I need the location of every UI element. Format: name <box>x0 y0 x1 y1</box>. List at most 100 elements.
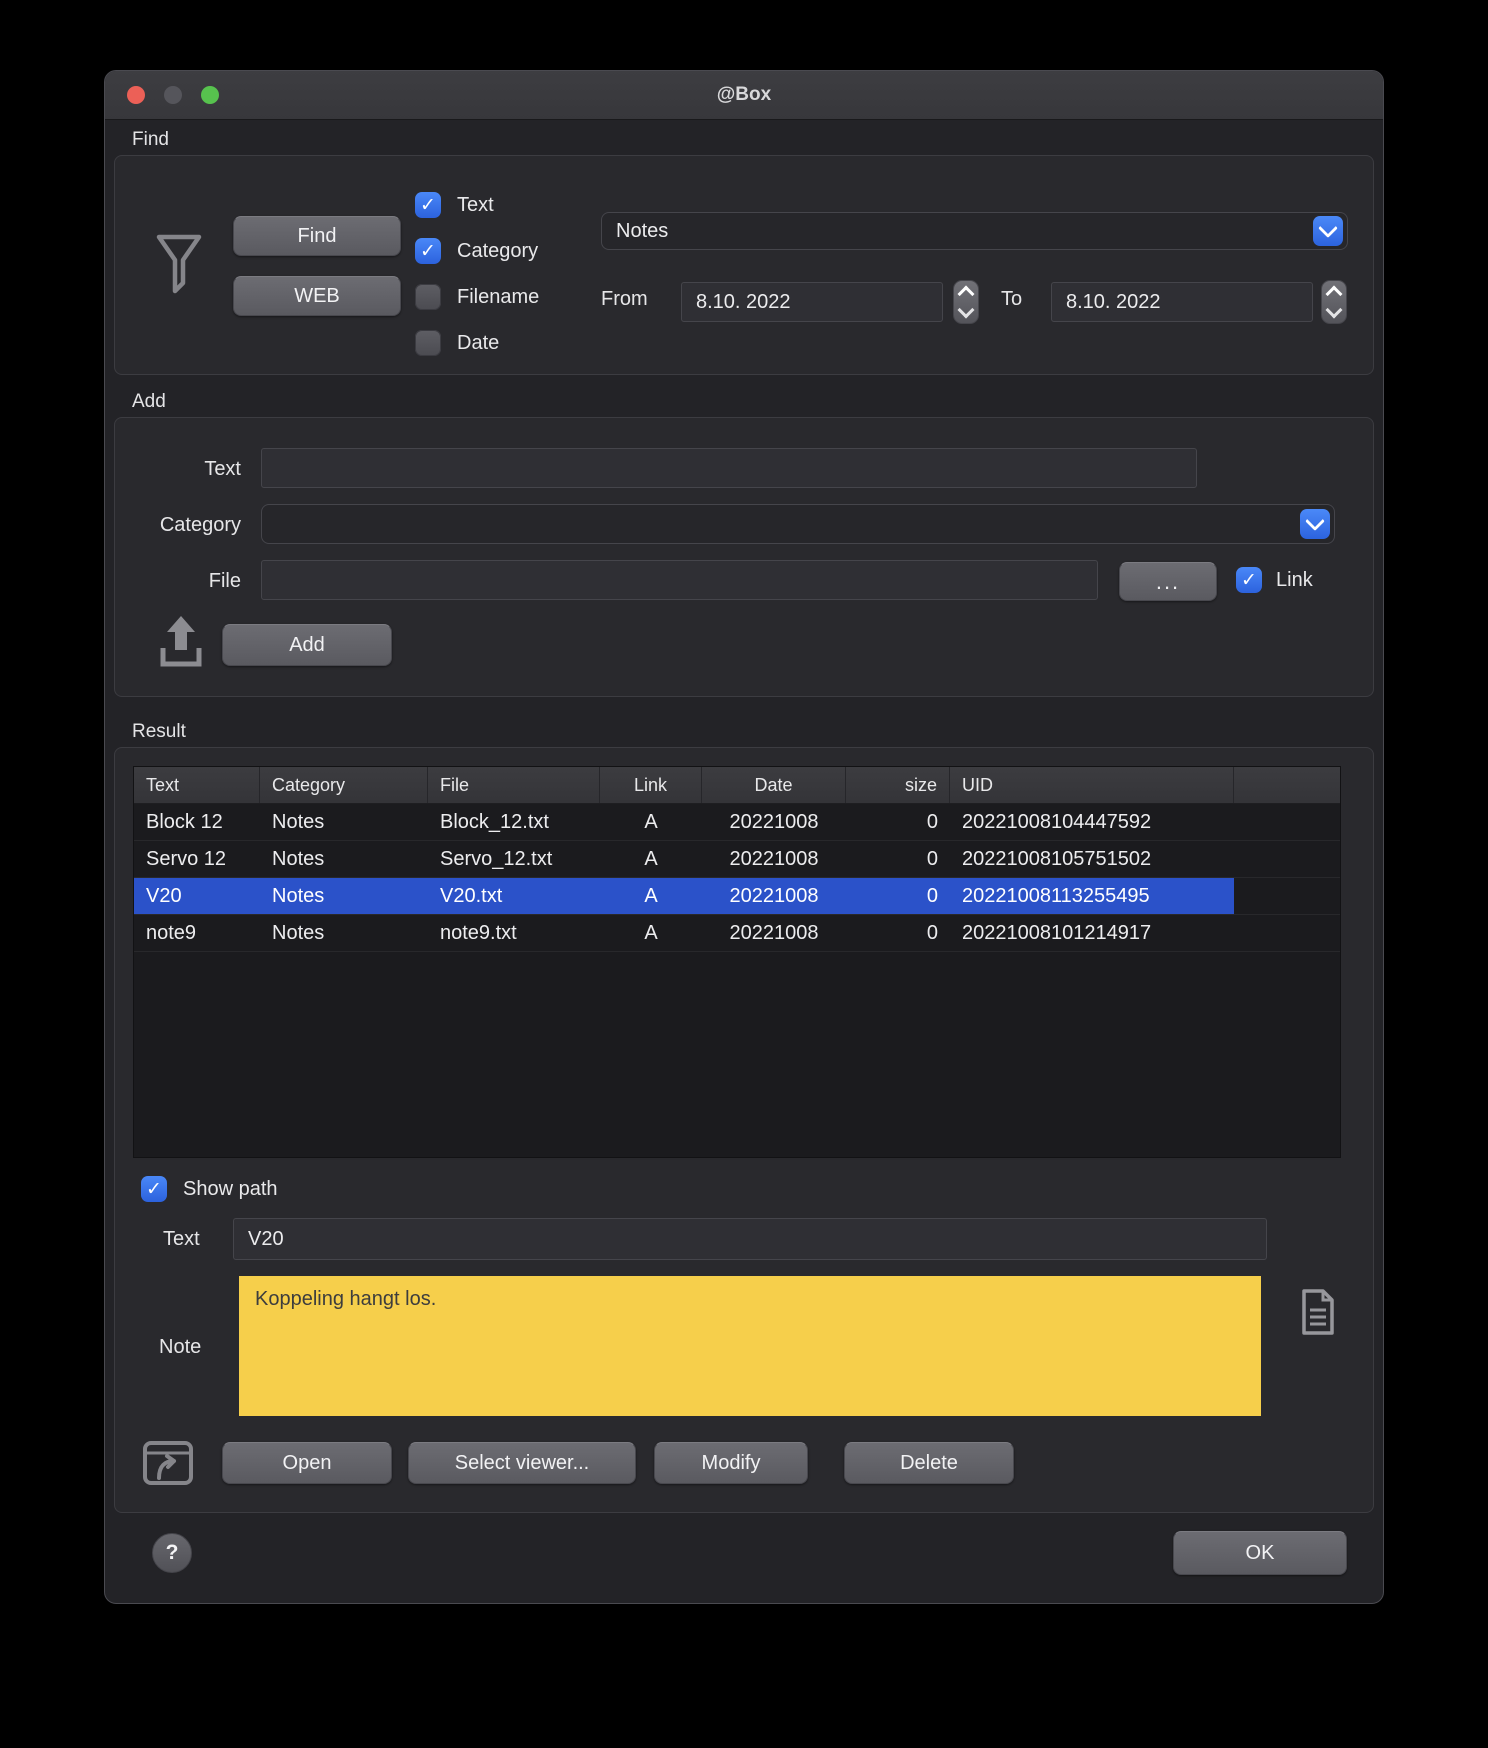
to-date-stepper[interactable] <box>1321 280 1347 324</box>
find-text-checkbox-row: Text <box>415 192 494 218</box>
add-category-dropdown-button[interactable] <box>1300 509 1330 539</box>
help-button[interactable]: ? <box>152 1533 192 1573</box>
cell-extra <box>1234 878 1340 914</box>
cell-date: 20221008 <box>702 841 846 877</box>
table-row[interactable]: Block 12 Notes Block_12.txt A 20221008 0… <box>134 804 1340 841</box>
cell-uid: 20221008105751502 <box>950 841 1234 877</box>
cell-date: 20221008 <box>702 878 846 914</box>
cell-category: Notes <box>260 841 428 877</box>
show-path-checkbox[interactable] <box>141 1176 167 1202</box>
add-groupbox: Text Category File ... Link Add <box>114 417 1374 697</box>
column-header-category[interactable]: Category <box>260 767 428 803</box>
cell-file: V20.txt <box>428 878 600 914</box>
open-external-icon <box>141 1436 197 1490</box>
open-button[interactable]: Open <box>222 1442 392 1484</box>
cell-size: 0 <box>846 915 950 951</box>
column-header-text[interactable]: Text <box>134 767 260 803</box>
result-groupbox: Text Category File Link Date size UID Bl… <box>114 747 1374 1513</box>
stepper-up-icon <box>958 286 975 303</box>
add-file-input[interactable] <box>261 560 1098 600</box>
titlebar: @Box <box>105 71 1383 120</box>
cell-link: A <box>600 804 702 840</box>
add-text-input[interactable] <box>261 448 1197 488</box>
add-button[interactable]: Add <box>222 624 392 666</box>
column-header-size[interactable]: size <box>846 767 950 803</box>
add-group-label: Add <box>132 391 166 413</box>
add-category-select[interactable] <box>261 504 1335 544</box>
find-group-label: Find <box>132 129 169 151</box>
browse-button[interactable]: ... <box>1119 562 1217 601</box>
find-category-value: Notes <box>616 220 668 243</box>
result-table: Text Category File Link Date size UID Bl… <box>133 766 1341 1158</box>
column-header-file[interactable]: File <box>428 767 600 803</box>
cell-uid: 20221008101214917 <box>950 915 1234 951</box>
to-date-field[interactable]: 8.10. 2022 <box>1051 282 1313 322</box>
add-text-label: Text <box>115 458 241 481</box>
find-date-checkbox-row: Date <box>415 330 499 356</box>
cell-category: Notes <box>260 878 428 914</box>
window-title: @Box <box>105 71 1383 119</box>
table-header: Text Category File Link Date size UID <box>134 767 1340 804</box>
cell-extra <box>1234 804 1340 840</box>
table-row[interactable]: Servo 12 Notes Servo_12.txt A 20221008 0… <box>134 841 1340 878</box>
link-checkbox-label: Link <box>1276 569 1313 592</box>
stepper-down-icon <box>958 302 975 319</box>
to-label: To <box>1001 288 1022 311</box>
note-label: Note <box>159 1336 201 1359</box>
date-checkbox[interactable] <box>415 330 441 356</box>
ok-button[interactable]: OK <box>1173 1531 1347 1575</box>
cell-size: 0 <box>846 804 950 840</box>
from-date-field[interactable]: 8.10. 2022 <box>681 282 943 322</box>
text-checkbox[interactable] <box>415 192 441 218</box>
modify-button[interactable]: Modify <box>654 1442 808 1484</box>
cell-link: A <box>600 878 702 914</box>
cell-uid: 20221008104447592 <box>950 804 1234 840</box>
select-viewer-button[interactable]: Select viewer... <box>408 1442 636 1484</box>
cell-date: 20221008 <box>702 804 846 840</box>
column-header-uid[interactable]: UID <box>950 767 1234 803</box>
cell-size: 0 <box>846 841 950 877</box>
cell-file: Servo_12.txt <box>428 841 600 877</box>
cell-extra <box>1234 915 1340 951</box>
detail-text-input[interactable]: V20 <box>233 1218 1267 1260</box>
find-category-select[interactable]: Notes <box>601 212 1348 250</box>
cell-category: Notes <box>260 915 428 951</box>
cell-extra <box>1234 841 1340 877</box>
find-category-dropdown-button[interactable] <box>1313 216 1343 246</box>
chevron-down-icon <box>1305 511 1325 531</box>
column-header-link[interactable]: Link <box>600 767 702 803</box>
result-group-label: Result <box>132 721 186 743</box>
cell-text: V20 <box>134 878 260 914</box>
from-label: From <box>601 288 648 311</box>
web-button[interactable]: WEB <box>233 276 401 316</box>
stepper-up-icon <box>1326 286 1343 303</box>
find-filename-checkbox-row: Filename <box>415 284 539 310</box>
column-header-extra[interactable] <box>1234 767 1340 803</box>
filename-checkbox-label: Filename <box>457 286 539 309</box>
note-text: Koppeling hangt los. <box>255 1288 436 1310</box>
filename-checkbox[interactable] <box>415 284 441 310</box>
table-row[interactable]: note9 Notes note9.txt A 20221008 0 20221… <box>134 915 1340 952</box>
cell-uid: 20221008113255495 <box>950 878 1234 914</box>
cell-size: 0 <box>846 878 950 914</box>
cell-date: 20221008 <box>702 915 846 951</box>
from-date-stepper[interactable] <box>953 280 979 324</box>
link-checkbox[interactable] <box>1236 567 1262 593</box>
detail-text-value: V20 <box>248 1228 284 1251</box>
show-path-label: Show path <box>183 1178 278 1201</box>
cell-text: Block 12 <box>134 804 260 840</box>
column-header-date[interactable]: Date <box>702 767 846 803</box>
stepper-down-icon <box>1326 302 1343 319</box>
delete-button[interactable]: Delete <box>844 1442 1014 1484</box>
table-row-selected[interactable]: V20 Notes V20.txt A 20221008 0 202210081… <box>134 878 1340 915</box>
note-textarea[interactable]: Koppeling hangt los. <box>239 1276 1261 1416</box>
text-checkbox-label: Text <box>457 194 494 217</box>
cell-link: A <box>600 841 702 877</box>
find-category-checkbox-row: Category <box>415 238 538 264</box>
cell-text: Servo 12 <box>134 841 260 877</box>
date-checkbox-label: Date <box>457 332 499 355</box>
find-button[interactable]: Find <box>233 216 401 256</box>
document-icon[interactable] <box>1299 1288 1337 1336</box>
detail-text-label: Text <box>163 1228 200 1251</box>
category-checkbox[interactable] <box>415 238 441 264</box>
